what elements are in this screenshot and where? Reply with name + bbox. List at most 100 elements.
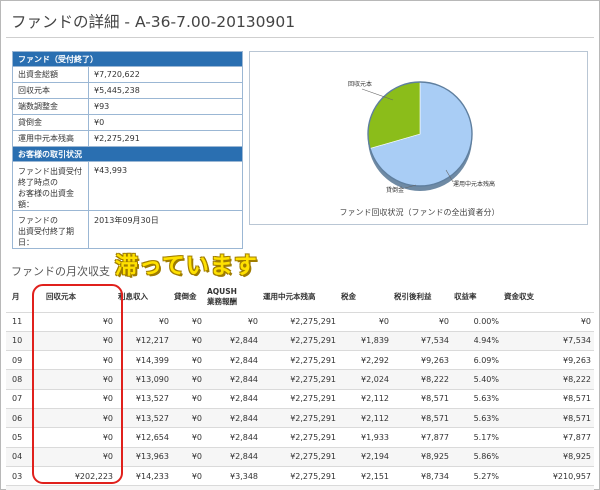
monthly-cell: ¥8,571 [502,407,594,428]
customer-status-header: お客様の取引状況 [12,146,243,162]
monthly-cell: ¥14,399 [116,350,172,370]
fund-recovery-chart: 回収元本 運用中元本残高 貸倒金 ファンド回収状況（ファンドの全出資者分） [249,51,588,225]
monthly-cell: ¥2,844 [205,369,261,390]
monthly-cell: ¥2,844 [205,407,261,428]
monthly-cell: ¥8,571 [502,388,594,409]
monthly-cell: ¥13,527 [116,485,172,490]
fund-info-value: ¥5,445,238 [88,82,243,99]
monthly-cell: 05 [6,427,32,448]
monthly-cell: ¥8,222 [392,369,452,390]
monthly-cell: ¥9,263 [502,350,594,370]
monthly-cell: ¥8,925 [392,446,452,467]
monthly-cell: 06 [6,407,32,428]
monthly-cell: 08 [6,369,32,390]
monthly-cell: ¥0 [502,311,594,332]
monthly-section-title: ファンドの月次収支 [11,265,110,278]
monthly-cell: ¥2,194 [339,446,392,467]
monthly-cell: ¥0 [172,350,205,370]
monthly-cell: 5.86% [452,446,502,467]
monthly-cell: ¥0 [172,407,205,428]
monthly-cell: ¥2,275,291 [261,330,339,351]
title-divider [6,37,594,38]
monthly-cell: ¥210,957 [502,465,594,486]
monthly-cell: ¥2,844 [205,446,261,467]
fund-info-value: ¥2,275,291 [88,130,243,147]
monthly-cell: ¥0 [205,311,261,332]
monthly-cell: ¥0 [172,311,205,332]
monthly-cell: ¥7,877 [502,427,594,448]
monthly-cell: ¥7,534 [502,330,594,351]
monthly-cell: 03 [6,465,32,486]
monthly-cell: ¥12,217 [116,330,172,351]
pie-label-default: 貸倒金 [386,187,405,194]
monthly-cell: 5.63% [452,388,502,409]
monthly-cell: ¥8,571 [392,388,452,409]
monthly-cell: ¥14,233 [116,465,172,486]
monthly-cell: ¥2,275,291 [261,446,339,467]
monthly-cell: ¥0 [172,465,205,486]
overdue-stamp: 滞っています [115,253,258,279]
col-tax: 税金 [341,292,356,302]
monthly-cell: 6.09% [452,350,502,370]
monthly-cell: 02 [6,485,32,490]
monthly-row: 02¥0¥13,527¥0¥2,844¥2,477,514¥2,112¥8,57… [6,485,594,490]
monthly-cell: ¥0 [172,369,205,390]
monthly-cell: ¥2,844 [205,485,261,490]
pie-label-outstanding: 運用中元本残高 [453,181,496,188]
monthly-cell: 07 [6,388,32,409]
monthly-cell: ¥2,275,291 [261,427,339,448]
monthly-cell: ¥0 [116,311,172,332]
monthly-cell: ¥2,275,291 [261,311,339,332]
col-cash-flow: 資金収支 [504,292,534,302]
monthly-cell: ¥8,222 [502,369,594,390]
monthly-cell: ¥2,024 [339,369,392,390]
monthly-cell: ¥0 [32,485,116,490]
monthly-cell: 5.40% [452,369,502,390]
col-yield: 収益率 [454,292,477,302]
col-interest: 利息収入 [118,292,148,302]
col-default: 貸倒金 [174,292,197,302]
pie-label-recovered: 回収元本 [348,81,373,88]
pie-chart [361,81,473,191]
monthly-cell: 5.63% [452,407,502,428]
monthly-cell: ¥1,933 [339,427,392,448]
monthly-cell: 5.17% [452,427,502,448]
monthly-cell: ¥2,844 [205,388,261,409]
monthly-cell: ¥2,477,514 [261,485,339,490]
monthly-cell: ¥2,292 [339,350,392,370]
customer-investment-value: ¥43,993 [88,161,243,211]
monthly-cell: ¥1,839 [339,330,392,351]
monthly-cell: ¥2,844 [205,350,261,370]
monthly-cell: ¥2,275,291 [261,465,339,486]
fund-info-value: ¥93 [88,98,243,115]
monthly-cell: ¥0 [172,485,205,490]
highlight-circle [32,284,123,484]
monthly-cell: ¥2,275,291 [261,407,339,428]
monthly-cell: ¥12,654 [116,427,172,448]
monthly-cell: ¥8,571 [502,485,594,490]
monthly-cell: ¥0 [172,427,205,448]
monthly-cell: ¥0 [392,311,452,332]
col-month: 月 [12,292,20,302]
monthly-cell: 5.27% [452,465,502,486]
page-title: ファンドの詳細 - A-36-7.00-20130901 [11,13,296,31]
monthly-cell: 10 [6,330,32,351]
monthly-cell: ¥7,534 [392,330,452,351]
fund-info-label: 端数調整金 [12,98,89,115]
monthly-cell: ¥13,527 [116,407,172,428]
monthly-cell: ¥2,112 [339,485,392,490]
monthly-cell: ¥2,275,291 [261,369,339,390]
monthly-cell: ¥0 [172,330,205,351]
fund-info-value: ¥0 [88,114,243,131]
monthly-cell: ¥0 [339,311,392,332]
fund-info-value: ¥7,720,622 [88,66,243,83]
monthly-cell: ¥2,275,291 [261,388,339,409]
monthly-cell: 0.00% [452,311,502,332]
monthly-cell: ¥8,925 [502,446,594,467]
monthly-cell: ¥2,844 [205,427,261,448]
monthly-cell: ¥8,571 [392,485,452,490]
monthly-cell: ¥2,844 [205,330,261,351]
fund-info-label: 出資金総額 [12,66,89,83]
col-fee: AQUSH 業務報酬 [207,286,237,306]
col-balance: 運用中元本残高 [263,292,316,302]
